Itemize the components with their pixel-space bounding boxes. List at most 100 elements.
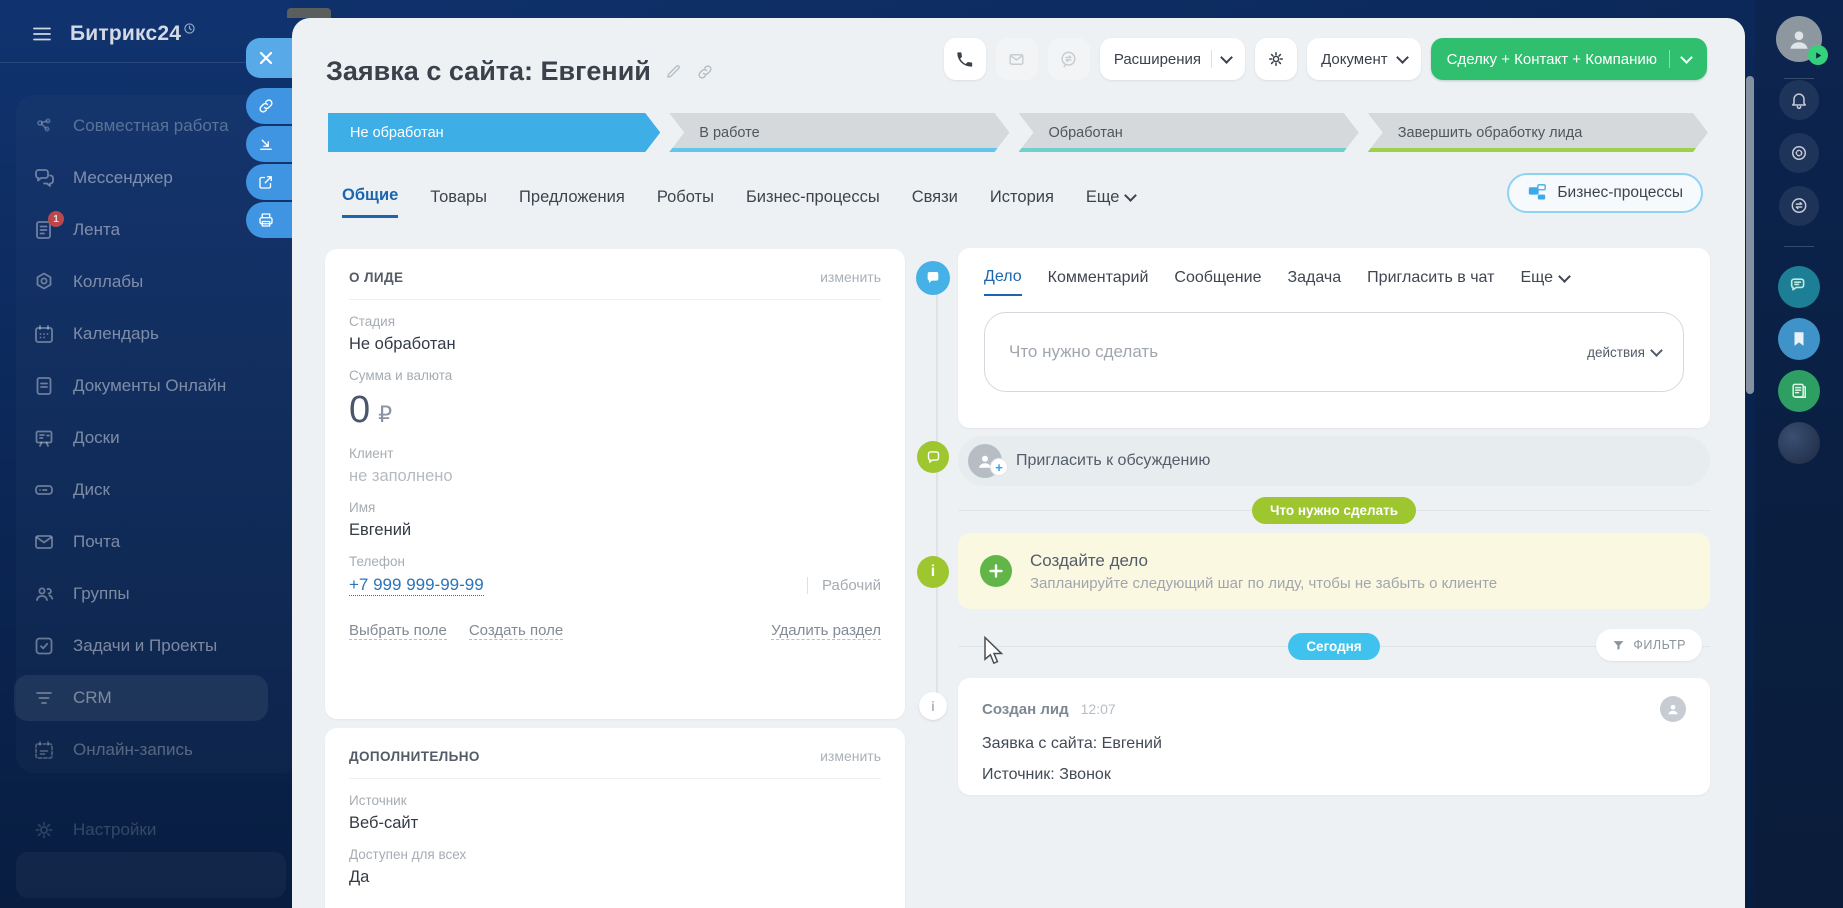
composer-tab-activity[interactable]: Дело	[984, 268, 1022, 296]
field-phone: Телефон +7 999 999-99-99 Рабочий	[325, 540, 905, 596]
tab-more[interactable]: Еще	[1086, 188, 1136, 217]
saved-messages-shortcut[interactable]	[1778, 318, 1820, 360]
brand-logo[interactable]: Битрикс24	[70, 22, 181, 46]
stage-in-progress[interactable]: В работе	[669, 113, 1009, 152]
extensions-label: Расширения	[1114, 51, 1201, 68]
calendar-icon	[32, 322, 56, 346]
invite-to-discussion-row[interactable]: + Пригласить к обсуждению	[958, 436, 1710, 486]
log-author-avatar[interactable]	[1660, 696, 1686, 722]
sidebar-item-collabs[interactable]: Коллабы	[0, 256, 292, 308]
contact-avatar[interactable]	[1778, 422, 1820, 464]
arrow-corner-icon	[257, 135, 275, 153]
stage-finish-processing[interactable]: Завершить обработку лида	[1368, 113, 1708, 152]
phone-type-label[interactable]: Рабочий	[807, 577, 881, 594]
detail-tabs: Общие Товары Предложения Роботы Бизнес-п…	[342, 186, 1135, 218]
about-edit-link[interactable]: изменить	[820, 269, 881, 285]
sidebar-item-settings[interactable]: Настройки	[0, 804, 292, 856]
stage-not-processed[interactable]: Не обработан	[328, 113, 660, 152]
tab-quotes[interactable]: Предложения	[519, 188, 625, 217]
plus-icon	[988, 563, 1004, 579]
chat-messages-icon	[1788, 276, 1810, 298]
field-value[interactable]: Да	[349, 868, 881, 887]
todo-input-box[interactable]: действия	[984, 312, 1684, 392]
tab-robots[interactable]: Роботы	[657, 188, 714, 217]
business-processes-button[interactable]: Бизнес-процессы	[1507, 173, 1703, 213]
currency-symbol: ₽	[378, 403, 392, 428]
tab-general[interactable]: Общие	[342, 186, 398, 218]
brand-row: Битрикс24	[0, 0, 292, 46]
notes-shortcut[interactable]	[1778, 370, 1820, 412]
field-value[interactable]: Евгений	[349, 521, 881, 540]
feed-badge: 1	[48, 211, 64, 227]
tab-business-processes[interactable]: Бизнес-процессы	[746, 188, 880, 217]
sidebar-item-tasks[interactable]: Задачи и Проекты	[0, 620, 292, 672]
profile-avatar[interactable]	[1776, 16, 1822, 62]
notifications-bell-button[interactable]	[1779, 80, 1819, 120]
composer-tab-message[interactable]: Сообщение	[1174, 269, 1261, 295]
sidebar-item-docs-online[interactable]: Документы Онлайн	[0, 360, 292, 412]
messenger-icon	[32, 166, 56, 190]
phone-link[interactable]: +7 999 999-99-99	[349, 575, 484, 596]
actions-dropdown[interactable]: действия	[1587, 345, 1661, 360]
call-button[interactable]	[944, 38, 986, 80]
info-marker-icon: i	[917, 556, 949, 588]
composer-marker-chat-icon	[916, 261, 950, 295]
hamburger-menu-icon[interactable]	[30, 22, 54, 46]
tab-label: Бизнес-процессы	[746, 188, 880, 207]
create-deal-contact-company-button[interactable]: Сделку + Контакт + Компанию	[1431, 38, 1707, 80]
composer-tab-label: Еще	[1520, 269, 1553, 287]
chat-exchange-button[interactable]	[1779, 186, 1819, 226]
add-activity-button[interactable]	[980, 555, 1012, 587]
recent-chat-shortcut[interactable]	[1778, 266, 1820, 308]
booking-icon	[32, 738, 56, 762]
mail-icon	[1007, 50, 1026, 69]
field-label: Доступен для всех	[349, 847, 881, 862]
mail-icon	[32, 530, 56, 554]
rail-divider	[1784, 78, 1814, 79]
timeline-filter-button[interactable]: фильтр	[1596, 629, 1702, 661]
bell-icon	[1789, 90, 1809, 110]
create-field-link[interactable]: Создать поле	[469, 622, 563, 640]
settings-button[interactable]	[1255, 38, 1297, 80]
sidebar-item-crm[interactable]: CRM	[0, 672, 292, 724]
extensions-button[interactable]: Расширения	[1100, 38, 1245, 80]
edit-title-icon[interactable]	[665, 63, 682, 80]
select-field-link[interactable]: Выбрать поле	[349, 622, 447, 640]
field-value[interactable]: Не обработан	[349, 335, 881, 354]
collaboration-icon	[32, 114, 56, 138]
additional-card: ДОПОЛНИТЕЛЬНО изменить Источник Веб-сайт…	[325, 728, 905, 908]
copy-title-link-icon[interactable]	[696, 63, 714, 81]
sidebar-item-label: CRM	[73, 688, 112, 708]
field-value[interactable]: не заполнено	[349, 467, 881, 486]
delete-section-link[interactable]: Удалить раздел	[771, 622, 881, 640]
composer-tab-task[interactable]: Задача	[1287, 269, 1341, 295]
email-button[interactable]	[996, 38, 1038, 80]
discussion-marker-chat-icon	[917, 441, 949, 473]
composer-tab-comment[interactable]: Комментарий	[1048, 269, 1149, 295]
field-value[interactable]: Веб-сайт	[349, 814, 881, 833]
composer-tab-invite-to-chat[interactable]: Пригласить в чат	[1367, 269, 1494, 295]
tab-connections[interactable]: Связи	[912, 188, 958, 217]
sidebar-item-calendar[interactable]: Календарь	[0, 308, 292, 360]
sidebar-item-boards[interactable]: Доски	[0, 412, 292, 464]
sidebar-item-drive[interactable]: Диск	[0, 464, 292, 516]
additional-edit-link[interactable]: изменить	[820, 748, 881, 764]
drive-icon	[32, 478, 56, 502]
sidebar-item-label: Мессенджер	[73, 168, 173, 188]
tab-history[interactable]: История	[990, 188, 1054, 217]
sidebar-item-groups[interactable]: Группы	[0, 568, 292, 620]
sidebar-item-mail[interactable]: Почта	[0, 516, 292, 568]
sidebar-bottom-widget[interactable]	[16, 852, 286, 898]
amount-value[interactable]: 0	[349, 389, 370, 432]
todo-input[interactable]	[1007, 341, 1575, 363]
composer-tab-more[interactable]: Еще	[1520, 269, 1569, 295]
copilot-target-button[interactable]	[1779, 133, 1819, 173]
tab-products[interactable]: Товары	[430, 188, 487, 217]
document-button[interactable]: Документ	[1307, 38, 1421, 80]
sidebar-item-online-booking[interactable]: Онлайн-запись	[0, 724, 292, 776]
sidebar-item-label: Доски	[73, 428, 120, 448]
sms-chat-button[interactable]	[1048, 38, 1090, 80]
hint-title[interactable]: Создайте дело	[1030, 551, 1497, 571]
panel-scrollbar[interactable]	[1746, 76, 1754, 394]
stage-processed[interactable]: Обработан	[1019, 113, 1359, 152]
